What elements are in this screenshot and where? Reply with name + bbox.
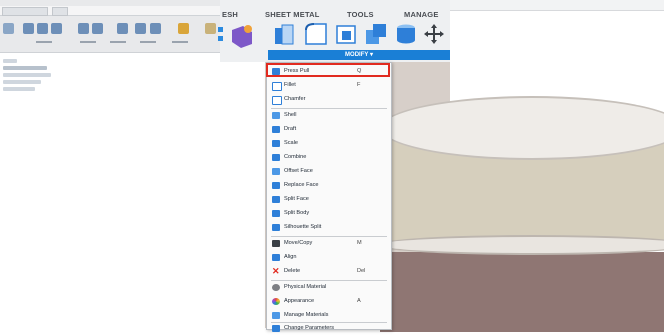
shell-icon — [272, 112, 280, 119]
delete-icon: ✕ — [272, 266, 280, 276]
fillet-ribbon-icon[interactable] — [304, 22, 328, 46]
move-icon — [272, 240, 280, 247]
document-tab[interactable] — [2, 7, 48, 16]
shell-ribbon-icon[interactable] — [334, 22, 358, 46]
sketch-icon[interactable] — [23, 23, 34, 34]
modify-menu: Press Pull Q Fillet F Chamfer Shell Draf… — [266, 62, 392, 332]
toolbar-label — [140, 41, 156, 43]
extrude-icon[interactable] — [51, 23, 62, 34]
menu-item-split-face[interactable]: Split Face — [267, 193, 391, 206]
split-body-ribbon-icon[interactable] — [394, 22, 418, 46]
draft-icon — [272, 126, 280, 133]
menu-item-appearance[interactable]: Appearance A — [267, 295, 391, 308]
browser-row[interactable] — [3, 73, 51, 77]
combine-icon — [272, 154, 280, 161]
menu-item-scale[interactable]: Scale — [267, 137, 391, 150]
scale-icon — [272, 140, 280, 147]
menu-item-move-copy[interactable]: Move/Copy M — [267, 237, 391, 250]
parameters-icon — [272, 325, 280, 332]
menu-item-offset-face[interactable]: Offset Face — [267, 165, 391, 178]
browser-header — [3, 59, 17, 63]
toolbar-label — [110, 41, 126, 43]
new-tab-button[interactable] — [52, 7, 68, 16]
menu-item-split-body[interactable]: Split Body — [267, 207, 391, 220]
fillet-icon — [272, 82, 282, 91]
tab-tools[interactable]: TOOLS — [347, 10, 374, 19]
move-ribbon-icon[interactable] — [422, 22, 446, 46]
menu-item-chamfer[interactable]: Chamfer — [267, 93, 391, 106]
insert-icon[interactable] — [178, 23, 189, 34]
menu-item-silhouette-split[interactable]: Silhouette Split — [267, 221, 391, 234]
inspect-color-icon[interactable] — [218, 24, 258, 50]
design-workspace-icon[interactable] — [3, 23, 14, 34]
toolbar-label — [80, 41, 96, 43]
toolbar-label — [172, 41, 188, 43]
combine-ribbon-icon[interactable] — [364, 22, 388, 46]
browser-row[interactable] — [3, 66, 47, 70]
tab-sheet-metal[interactable]: SHEET METAL — [265, 10, 320, 19]
menu-item-fillet[interactable]: Fillet F — [267, 79, 391, 92]
assemble-icon[interactable] — [117, 23, 128, 34]
align-icon — [272, 254, 280, 261]
menu-item-physical-material[interactable]: Physical Material — [267, 281, 391, 294]
press-pull-ribbon-icon[interactable] — [273, 22, 297, 46]
physical-material-icon — [272, 284, 280, 291]
tab-mesh[interactable]: ESH — [222, 10, 238, 19]
menu-item-align[interactable]: Align — [267, 251, 391, 264]
modify-dropdown-button[interactable]: MODIFY ▾ — [268, 50, 450, 60]
toolbar-label — [36, 41, 52, 43]
browser-row[interactable] — [3, 80, 41, 84]
offset-face-icon — [272, 168, 280, 175]
select-icon[interactable] — [205, 23, 216, 34]
model-lower-body[interactable] — [380, 252, 664, 332]
menu-item-delete[interactable]: ✕ Delete Del — [267, 265, 391, 278]
chamfer-icon — [272, 96, 282, 105]
model-top-face[interactable] — [380, 96, 664, 160]
browser-row[interactable] — [3, 87, 35, 91]
tab-manage[interactable]: MANAGE — [404, 10, 439, 19]
replace-face-icon — [272, 182, 280, 189]
menu-item-manage-materials[interactable]: Manage Materials — [267, 309, 391, 322]
silhouette-split-icon — [272, 224, 280, 231]
split-face-icon — [272, 196, 280, 203]
construct-icon[interactable] — [135, 23, 146, 34]
menu-item-combine[interactable]: Combine — [267, 151, 391, 164]
manage-materials-icon — [272, 312, 280, 319]
menu-item-change-parameters[interactable]: Change Parameters — [267, 322, 391, 335]
menu-item-replace-face[interactable]: Replace Face — [267, 179, 391, 192]
create-icon[interactable] — [37, 23, 48, 34]
title-bar-right — [450, 0, 664, 11]
inspect-icon[interactable] — [92, 23, 103, 34]
modify-icon[interactable] — [78, 23, 89, 34]
menu-item-draft[interactable]: Draft — [267, 123, 391, 136]
appearance-icon — [272, 298, 280, 305]
split-body-icon — [272, 210, 280, 217]
analyze-icon[interactable] — [150, 23, 161, 34]
menu-item-shell[interactable]: Shell — [267, 109, 391, 122]
press-pull-highlight — [266, 63, 390, 77]
